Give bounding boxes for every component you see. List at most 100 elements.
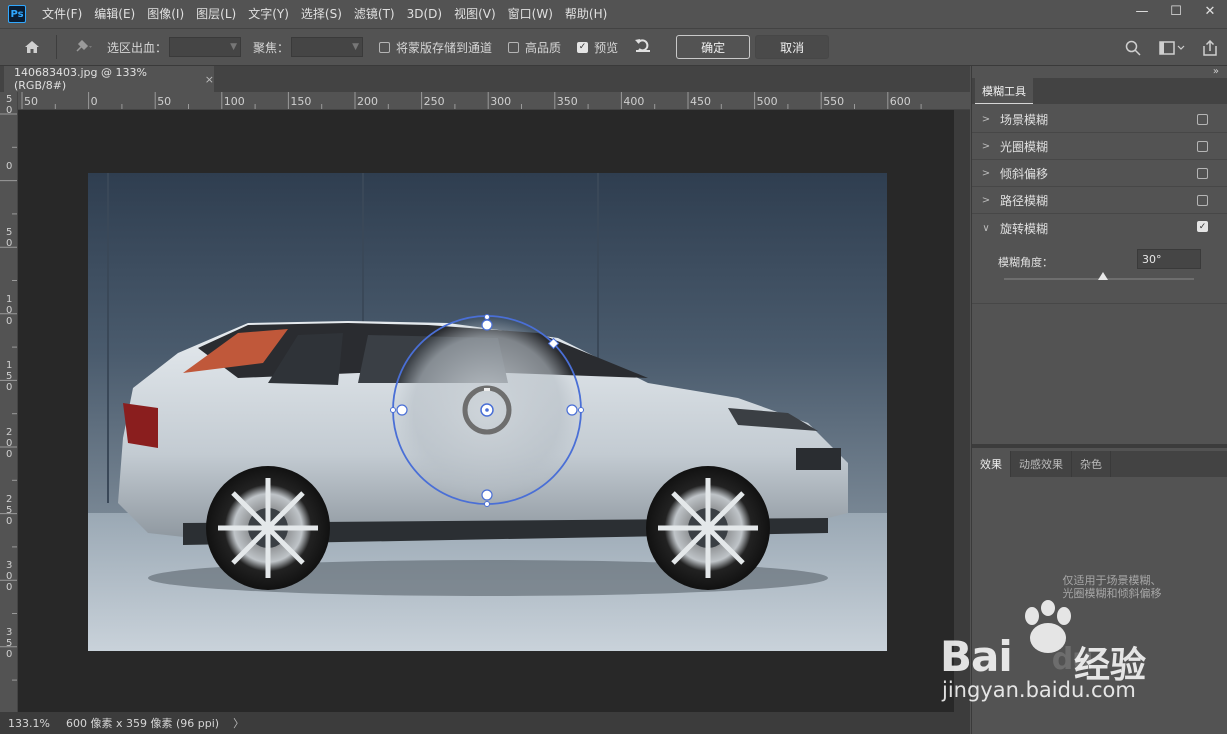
ruler-label: 450 [690,95,711,108]
blur-tools-list: > 场景模糊 > 光圈模糊 > 倾斜偏移 > 路径模糊 ∨ 旋转模糊 ✓ 模糊角… [972,106,1227,304]
menu-item[interactable]: 文字(Y) [242,0,295,28]
menu-item[interactable]: 文件(F) [36,0,88,28]
maximize-button[interactable]: ☐ [1159,0,1193,22]
checkbox-box[interactable]: ✓ [577,41,589,53]
blur-item-checkbox[interactable] [1197,195,1208,206]
chevron-right-icon[interactable]: > [972,141,1000,152]
chevron-right-icon[interactable]: > [972,114,1000,125]
checkbox-box[interactable] [508,41,520,53]
menu-item[interactable]: 选择(S) [295,0,348,28]
ruler-label: 150 [290,95,312,108]
selection-bleed-select[interactable]: ▼ [169,37,242,57]
ruler-label: 100 [6,293,13,327]
pin-tool-button[interactable] [67,35,101,59]
ruler-label: 50 [6,227,13,250]
menu-bar: Ps 文件(F) 编辑(E) 图像(I) 图层(L) 文字(Y) 选择(S) 滤镜(T) 3D… [0,0,1227,28]
share-icon[interactable] [1203,40,1217,56]
tab-motion-effects[interactable]: 动感效果 [1011,451,1072,477]
ruler-label: 250 [423,95,445,108]
document-info: 600 像素 x 359 像素 (96 ppi) [66,717,220,730]
collapse-panel-icon[interactable]: » [1213,66,1219,77]
spin-blur-handle-left-outer[interactable] [390,407,396,413]
save-mask-checkbox[interactable]: 将蒙版存储到通道 [379,39,492,56]
home-icon [25,41,39,53]
status-menu-arrow-icon[interactable]: 〉 [233,715,244,731]
save-mask-label: 将蒙版存储到通道 [396,40,493,55]
document-tab-bar: 140683403.jpg @ 133%(RGB/8#) × [0,66,970,92]
menu-item[interactable]: 滤镜(T) [348,0,401,28]
menu-item[interactable]: 窗口(W) [502,0,559,28]
chevron-down-icon: ▼ [230,42,238,52]
spin-blur-checkbox[interactable]: ✓ [1197,221,1208,232]
panel-header: 模糊工具 [972,78,1227,104]
photoshop-logo-icon[interactable]: Ps [8,5,26,23]
blur-item-label: 倾斜偏移 [1000,166,1049,181]
blur-item-checkbox[interactable] [1197,114,1208,125]
ruler-label: 400 [623,95,645,108]
ruler-label: 50 [24,95,38,108]
menu-item[interactable]: 图层(L) [190,0,242,28]
ruler-label: 50 [6,94,13,116]
effects-note-line: 光圈模糊和倾斜偏移 [1062,587,1162,600]
menu-item[interactable]: 帮助(H) [559,0,613,28]
reset-button[interactable] [634,37,652,57]
ruler-label: 300 [490,95,512,108]
spin-blur-handle-left[interactable] [396,404,408,416]
options-bar: 选区出血： ▼ 聚焦： ▼ 将蒙版存储到通道 高品质 ✓ 预览 确定 取消 [0,28,1227,66]
close-tab-icon[interactable]: × [205,73,214,86]
spin-blur-handle-right[interactable] [566,404,578,416]
blur-item-tilt-shift[interactable]: > 倾斜偏移 [972,160,1227,187]
blur-item-label: 光圈模糊 [1000,139,1049,154]
watermark-url: jingyan.baidu.com [942,678,1136,702]
minimize-button[interactable]: — [1125,0,1159,22]
menu-item[interactable]: 视图(V) [448,0,502,28]
blur-item-path[interactable]: > 路径模糊 [972,187,1227,214]
chevron-down-icon[interactable]: ∨ [972,223,1000,234]
menu-item[interactable]: 3D(D) [401,0,448,28]
tab-blur-tools[interactable]: 模糊工具 [975,78,1033,104]
ruler-ticks [0,113,17,681]
high-quality-checkbox[interactable]: 高品质 [508,39,561,56]
document-image[interactable] [88,173,887,651]
ok-button[interactable]: 确定 [676,35,751,59]
spin-blur-handle-top[interactable] [481,319,493,331]
chevron-right-icon[interactable]: > [972,195,1000,206]
ruler-label: 300 [6,560,13,594]
ruler-label: 550 [823,95,845,108]
ruler-label: 0 [6,160,13,172]
blur-item-checkbox[interactable] [1197,168,1208,179]
undo-icon [635,39,651,52]
blur-item-checkbox[interactable] [1197,141,1208,152]
spin-blur-handle-top-outer[interactable] [484,314,490,320]
panel-divider[interactable] [972,444,1227,448]
menu-item[interactable]: 编辑(E) [88,0,141,28]
zoom-level[interactable]: 133.1% [0,717,56,730]
effects-tab-bar: 效果 动感效果 杂色 [972,451,1227,477]
ruler-label: 50 [157,95,172,108]
blur-angle-slider-thumb[interactable] [1097,272,1108,280]
spin-blur-handle-right-outer[interactable] [578,407,584,413]
chevron-right-icon[interactable]: > [972,168,1000,179]
tab-noise[interactable]: 杂色 [1072,451,1111,477]
preview-checkbox[interactable]: ✓ 预览 [577,39,618,56]
cancel-button[interactable]: 取消 [755,35,830,59]
spin-blur-handle[interactable] [484,388,490,391]
blur-angle-input[interactable]: 30° [1137,249,1201,269]
checkbox-box[interactable] [379,41,391,53]
menu-item[interactable]: 图像(I) [141,0,190,28]
tab-effects[interactable]: 效果 [972,451,1011,477]
spin-blur-handle-bottom-outer[interactable] [484,501,490,507]
ruler-label: 350 [556,95,578,108]
close-window-button[interactable]: ✕ [1193,0,1227,22]
spin-blur-overlay [390,314,584,507]
spin-blur-handle-bottom[interactable] [481,489,493,501]
spin-blur-header[interactable]: ∨ 旋转模糊 ✓ [972,214,1227,242]
workspace-icon[interactable] [1159,41,1185,55]
ruler-label: 150 [6,360,13,394]
home-button[interactable] [18,35,46,59]
document-tab[interactable]: 140683403.jpg @ 133%(RGB/8#) × [4,66,214,92]
blur-item-iris[interactable]: > 光圈模糊 [972,133,1227,160]
focus-select[interactable]: ▼ [291,37,364,57]
blur-item-field[interactable]: > 场景模糊 [972,106,1227,133]
search-icon[interactable] [1125,40,1141,56]
